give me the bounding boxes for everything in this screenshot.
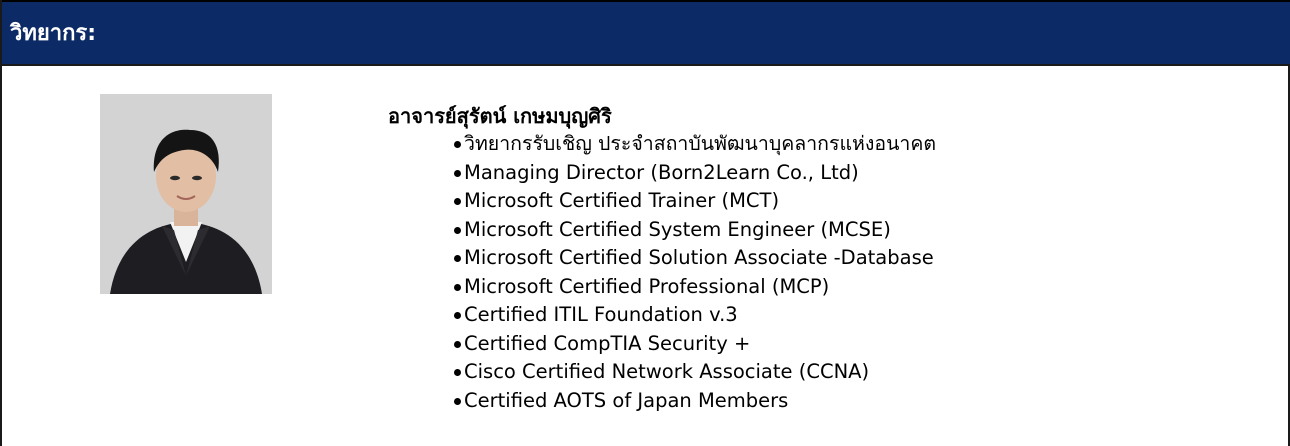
bullet-icon	[454, 198, 461, 205]
qualification-item: Microsoft Certified Professional (MCP)	[388, 273, 1268, 302]
speaker-name: อาจารย์สุรัตน์ เกษมบุญศิริ	[388, 104, 612, 128]
qualification-text: Managing Director (Born2Learn Co., Ltd)	[464, 160, 859, 184]
qualification-text: Cisco Certified Network Associate (CCNA)	[464, 360, 870, 383]
qualification-text: Certified CompTIA Security +	[464, 331, 751, 355]
bullet-icon	[454, 397, 461, 405]
qualification-text: Certified ITIL Foundation v.3	[464, 303, 738, 326]
qualification-item: วิทยากรรับเชิญ ประจำสถาบันพัฒนาบุคลากรแห…	[388, 130, 1268, 159]
bullet-icon	[454, 369, 461, 376]
qualification-text: Microsoft Certified System Engineer (MCS…	[464, 217, 891, 241]
bullet-icon	[454, 312, 461, 319]
qualification-list: วิทยากรรับเชิญ ประจำสถาบันพัฒนาบุคลากรแห…	[388, 130, 1268, 415]
bullet-icon	[454, 340, 461, 348]
speaker-details: อาจารย์สุรัตน์ เกษมบุญศิริ วิทยากรรับเชิ…	[388, 102, 1268, 415]
qualification-item: Certified ITIL Foundation v.3	[388, 301, 1268, 330]
qualification-item: Certified CompTIA Security +	[388, 330, 1268, 359]
qualification-item: Microsoft Certified System Engineer (MCS…	[388, 216, 1268, 245]
qualification-text: Microsoft Certified Solution Associate -…	[464, 246, 934, 269]
qualification-item: Cisco Certified Network Associate (CCNA)	[388, 358, 1268, 387]
qualification-item: Certified AOTS of Japan Members	[388, 387, 1268, 416]
qualification-item: Microsoft Certified Solution Associate -…	[388, 244, 1268, 273]
speaker-panel: วิทยากร: อาจารย์สุรัตน์ เกษมบุญศิริ วิทย…	[0, 0, 1290, 446]
bullet-icon	[454, 255, 461, 262]
qualification-text: วิทยากรรับเชิญ ประจำสถาบันพัฒนาบุคลากรแห…	[464, 132, 937, 155]
bullet-icon	[454, 141, 461, 148]
qualification-item: Microsoft Certified Trainer (MCT)	[388, 187, 1268, 216]
bullet-icon	[454, 169, 461, 177]
qualification-text: Microsoft Certified Professional (MCP)	[464, 274, 830, 298]
portrait-image	[100, 94, 272, 294]
section-title: วิทยากร:	[10, 21, 97, 46]
section-header: วิทยากร:	[2, 0, 1290, 66]
bullet-icon	[454, 283, 461, 291]
qualification-text: Certified AOTS of Japan Members	[464, 388, 789, 412]
qualification-text: Microsoft Certified Trainer (MCT)	[464, 189, 780, 212]
speaker-photo	[100, 94, 272, 294]
qualification-item: Managing Director (Born2Learn Co., Ltd)	[388, 159, 1268, 188]
bullet-icon	[454, 226, 461, 234]
